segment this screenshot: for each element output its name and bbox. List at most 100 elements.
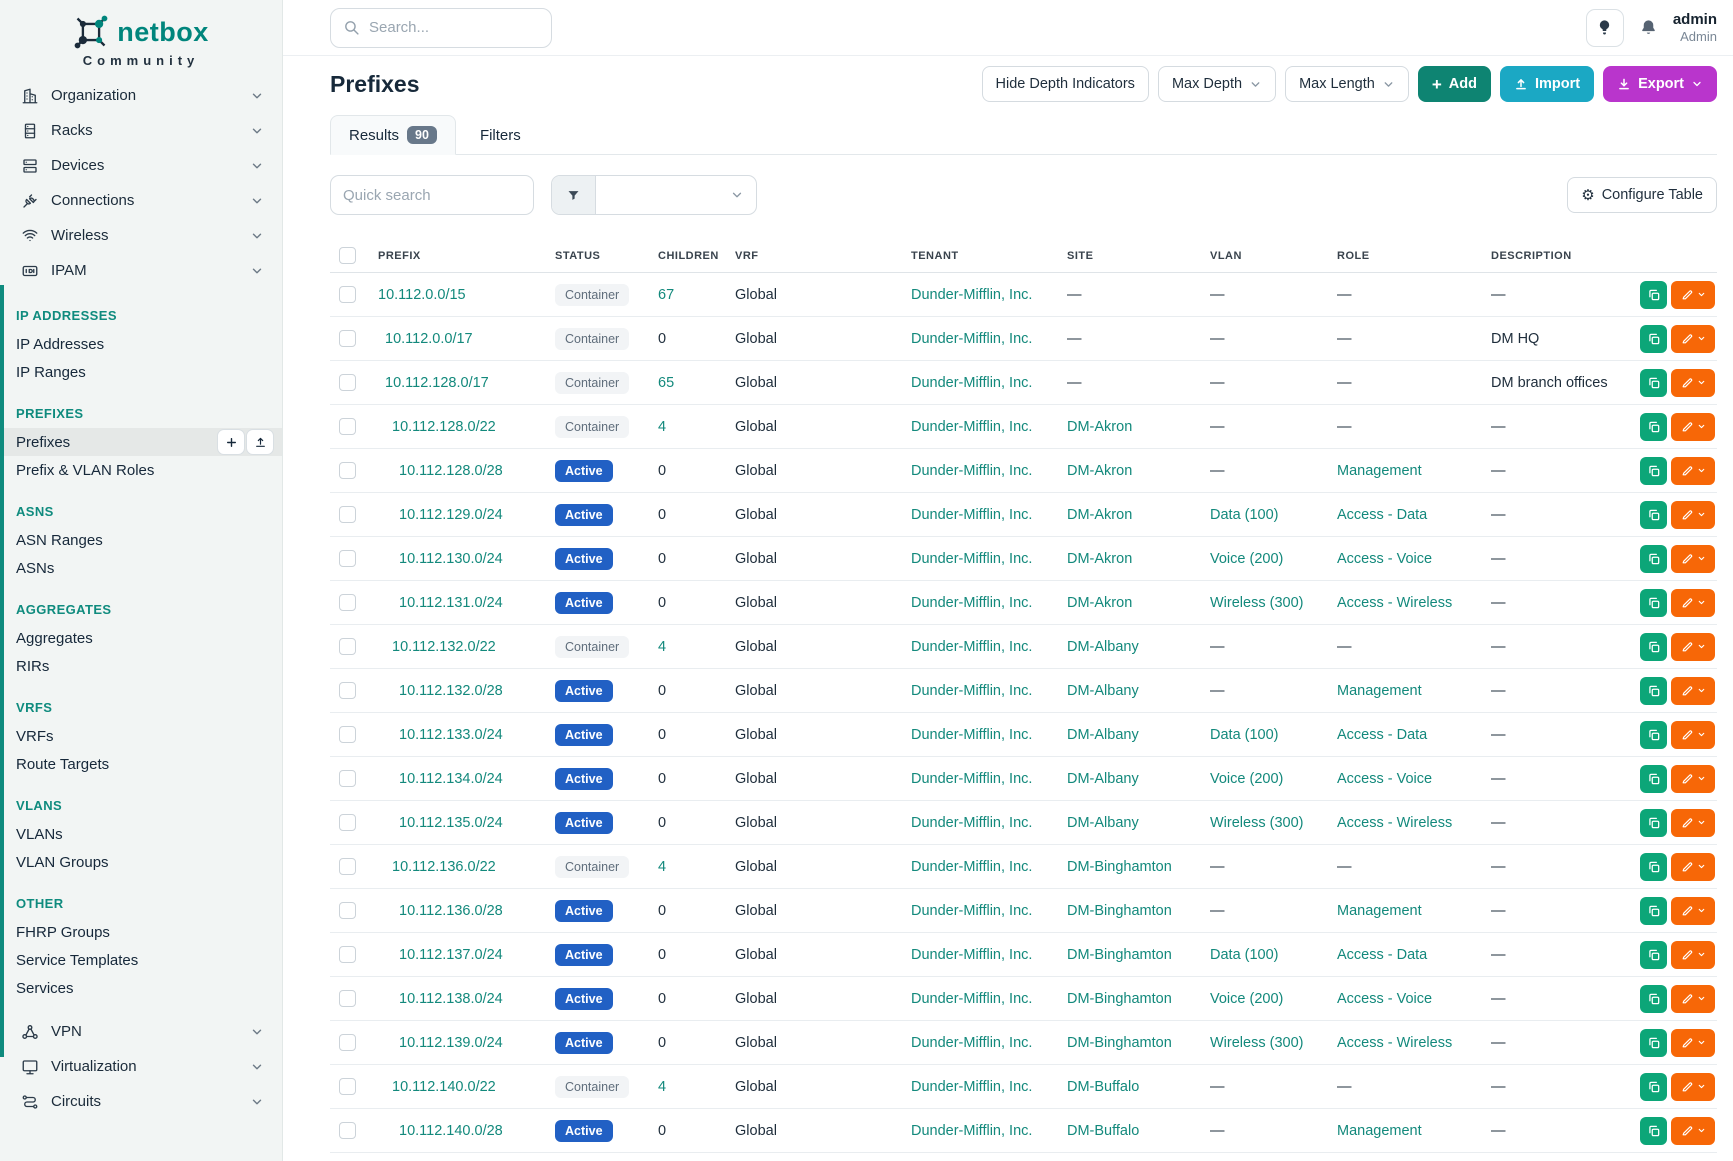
prefix-link[interactable]: 10.112.129.0/24 (399, 507, 503, 523)
column-header-vlan[interactable]: VLAN (1200, 250, 1327, 262)
clone-button[interactable] (1640, 853, 1667, 881)
site-link[interactable]: DM-Akron (1067, 595, 1132, 611)
vlan-link[interactable]: Data (100) (1210, 947, 1279, 963)
user-menu[interactable]: admin Admin (1673, 11, 1717, 45)
edit-button[interactable] (1671, 941, 1715, 969)
saved-filter-select[interactable] (551, 175, 757, 215)
prefix-link[interactable]: 10.112.130.0/24 (399, 551, 503, 567)
clone-button[interactable] (1640, 589, 1667, 617)
clone-button[interactable] (1640, 809, 1667, 837)
sidebar-item-prefixes[interactable]: Prefixes (0, 428, 282, 456)
import-prefix-button[interactable] (246, 429, 274, 455)
prefix-link[interactable]: 10.112.136.0/22 (392, 859, 496, 875)
tenant-link[interactable]: Dunder-Mifflin, Inc. (911, 771, 1032, 787)
edit-button[interactable] (1671, 721, 1715, 749)
tenant-link[interactable]: Dunder-Mifflin, Inc. (911, 1079, 1032, 1095)
edit-button[interactable] (1671, 325, 1715, 353)
row-checkbox[interactable] (339, 418, 356, 435)
tenant-link[interactable]: Dunder-Mifflin, Inc. (911, 991, 1032, 1007)
tenant-link[interactable]: Dunder-Mifflin, Inc. (911, 287, 1032, 303)
prefix-link[interactable]: 10.112.137.0/24 (399, 947, 503, 963)
prefix-link[interactable]: 10.112.138.0/24 (399, 991, 503, 1007)
prefix-link[interactable]: 10.112.140.0/22 (392, 1079, 496, 1095)
edit-button[interactable] (1671, 633, 1715, 661)
role-link[interactable]: Access - Data (1337, 507, 1427, 523)
tenant-link[interactable]: Dunder-Mifflin, Inc. (911, 507, 1032, 523)
clone-button[interactable] (1640, 721, 1667, 749)
row-checkbox[interactable] (339, 1122, 356, 1139)
site-link[interactable]: DM-Albany (1067, 639, 1139, 655)
sidebar-item-circuits[interactable]: Circuits (0, 1084, 282, 1119)
site-link[interactable]: DM-Binghamton (1067, 1035, 1172, 1051)
sidebar-item-fhrp-groups[interactable]: FHRP Groups (0, 918, 282, 946)
clone-button[interactable] (1640, 897, 1667, 925)
add-button[interactable]: + Add (1418, 66, 1491, 102)
clone-button[interactable] (1640, 501, 1667, 529)
prefix-link[interactable]: 10.112.135.0/24 (399, 815, 503, 831)
site-link[interactable]: DM-Buffalo (1067, 1079, 1139, 1095)
clone-button[interactable] (1640, 545, 1667, 573)
tab-results[interactable]: Results 90 (330, 115, 456, 155)
clone-button[interactable] (1640, 985, 1667, 1013)
row-checkbox[interactable] (339, 770, 356, 787)
edit-button[interactable] (1671, 677, 1715, 705)
sidebar-item-services[interactable]: Services (0, 974, 282, 1002)
vlan-link[interactable]: Data (100) (1210, 727, 1279, 743)
row-checkbox[interactable] (339, 506, 356, 523)
export-button[interactable]: Export (1603, 66, 1717, 102)
site-link[interactable]: DM-Albany (1067, 771, 1139, 787)
row-checkbox[interactable] (339, 594, 356, 611)
sidebar-item-connections[interactable]: Connections (0, 183, 282, 218)
site-link[interactable]: DM-Buffalo (1067, 1123, 1139, 1139)
prefix-link[interactable]: 10.112.136.0/28 (399, 903, 503, 919)
tenant-link[interactable]: Dunder-Mifflin, Inc. (911, 463, 1032, 479)
sidebar-item-vlans[interactable]: VLANs (0, 820, 282, 848)
edit-button[interactable] (1671, 1117, 1715, 1145)
site-link[interactable]: DM-Binghamton (1067, 859, 1172, 875)
site-link[interactable]: DM-Akron (1067, 463, 1132, 479)
clone-button[interactable] (1640, 325, 1667, 353)
tenant-link[interactable]: Dunder-Mifflin, Inc. (911, 683, 1032, 699)
role-link[interactable]: Management (1337, 1123, 1422, 1139)
sidebar-item-devices[interactable]: Devices (0, 148, 282, 183)
configure-table-button[interactable]: ⚙ Configure Table (1567, 177, 1717, 213)
row-checkbox[interactable] (339, 682, 356, 699)
sidebar-item-vlan-groups[interactable]: VLAN Groups (0, 848, 282, 876)
tenant-link[interactable]: Dunder-Mifflin, Inc. (911, 331, 1032, 347)
sidebar-item-prefix-vlan-roles[interactable]: Prefix & VLAN Roles (0, 456, 282, 484)
clone-button[interactable] (1640, 1029, 1667, 1057)
prefix-link[interactable]: 10.112.131.0/24 (399, 595, 503, 611)
prefix-link[interactable]: 10.112.139.0/24 (399, 1035, 503, 1051)
brand-logo[interactable]: netbox Community (0, 0, 282, 78)
clone-button[interactable] (1640, 457, 1667, 485)
edit-button[interactable] (1671, 765, 1715, 793)
role-link[interactable]: Access - Data (1337, 947, 1427, 963)
hide-depth-indicators-button[interactable]: Hide Depth Indicators (982, 66, 1149, 102)
global-search[interactable] (330, 8, 552, 48)
sidebar-item-vpn[interactable]: VPN (0, 1014, 282, 1049)
row-checkbox[interactable] (339, 286, 356, 303)
vlan-link[interactable]: Wireless (300) (1210, 595, 1303, 611)
clone-button[interactable] (1640, 633, 1667, 661)
tenant-link[interactable]: Dunder-Mifflin, Inc. (911, 551, 1032, 567)
tenant-link[interactable]: Dunder-Mifflin, Inc. (911, 639, 1032, 655)
edit-button[interactable] (1671, 413, 1715, 441)
prefix-link[interactable]: 10.112.128.0/22 (392, 419, 496, 435)
column-header-vrf[interactable]: VRF (725, 250, 901, 262)
children-count-link[interactable]: 4 (658, 419, 666, 435)
column-header-site[interactable]: SITE (1057, 250, 1200, 262)
row-checkbox[interactable] (339, 330, 356, 347)
sidebar-item-ipam[interactable]: IPAM (0, 253, 282, 288)
role-link[interactable]: Management (1337, 903, 1422, 919)
clone-button[interactable] (1640, 1117, 1667, 1145)
max-length-dropdown[interactable]: Max Length (1285, 66, 1409, 102)
sidebar-item-racks[interactable]: Racks (0, 113, 282, 148)
prefix-link[interactable]: 10.112.128.0/28 (399, 463, 503, 479)
role-link[interactable]: Management (1337, 463, 1422, 479)
site-link[interactable]: DM-Akron (1067, 551, 1132, 567)
row-checkbox[interactable] (339, 858, 356, 875)
edit-button[interactable] (1671, 809, 1715, 837)
role-link[interactable]: Access - Voice (1337, 551, 1432, 567)
theme-toggle-button[interactable] (1586, 9, 1624, 47)
vlan-link[interactable]: Wireless (300) (1210, 815, 1303, 831)
